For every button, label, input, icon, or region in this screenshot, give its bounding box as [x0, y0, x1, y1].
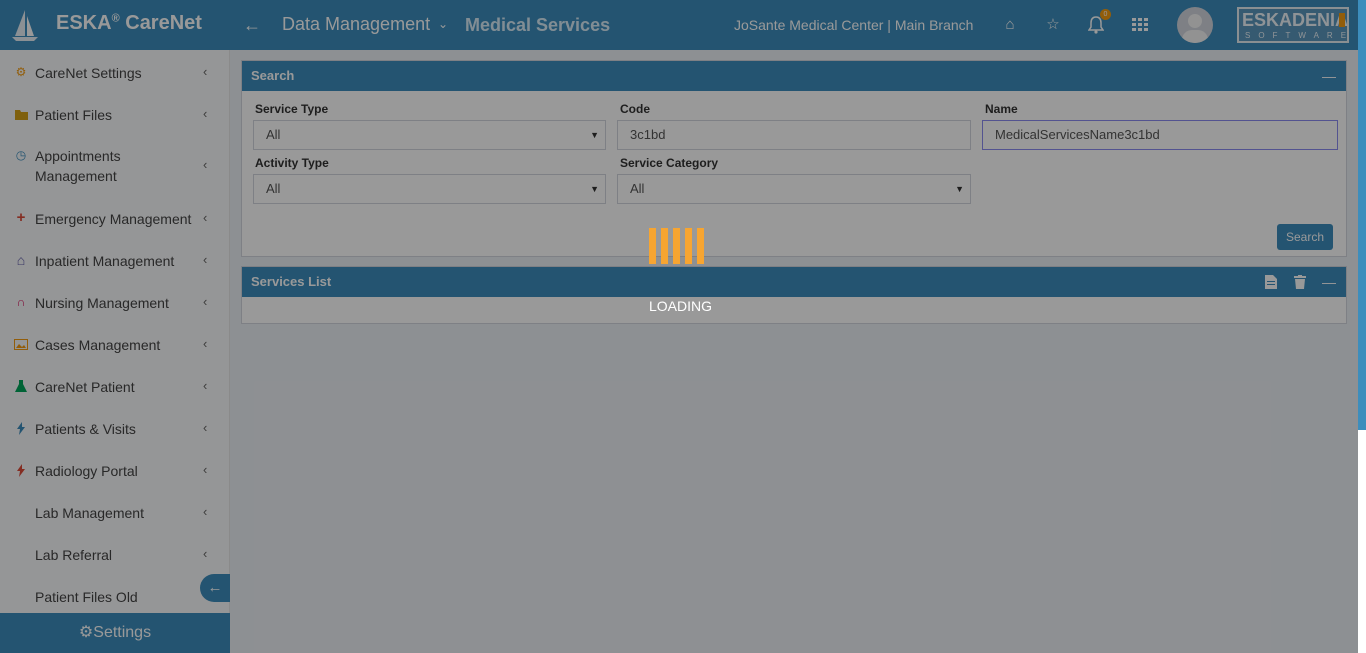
loader-bar [661, 228, 668, 264]
loader-bar [685, 228, 692, 264]
loader-bar [649, 228, 656, 264]
loading-text: LOADING [649, 298, 713, 314]
scrollbar[interactable] [1358, 0, 1366, 430]
loading-spinner [649, 228, 709, 264]
loading-overlay [0, 0, 1358, 653]
loader-bar [697, 228, 704, 264]
loader-bar [673, 228, 680, 264]
